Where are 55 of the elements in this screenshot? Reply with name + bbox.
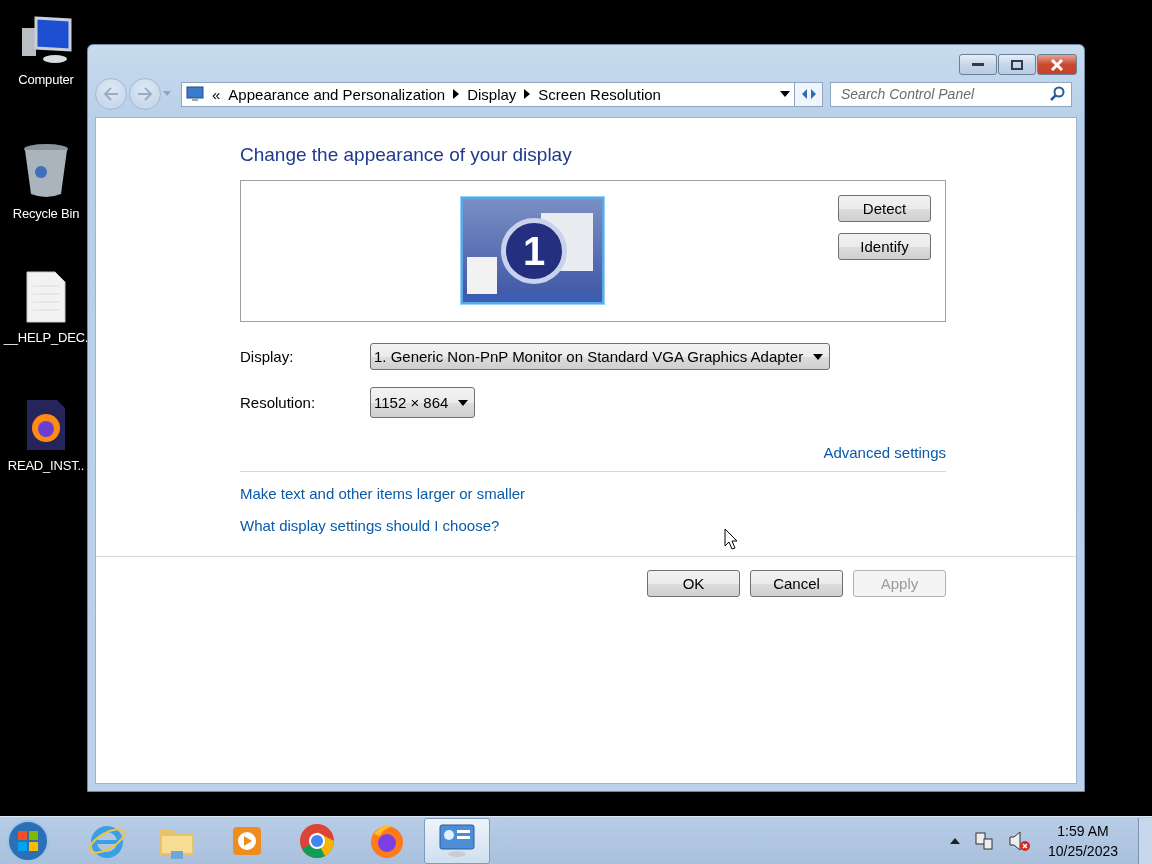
minimize-icon xyxy=(972,62,984,67)
search-input[interactable]: Search Control Panel xyxy=(839,85,1049,103)
network-icon[interactable] xyxy=(973,830,994,851)
muted-speaker-icon[interactable] xyxy=(1007,829,1030,852)
start-button[interactable] xyxy=(6,818,50,863)
dropdown[interactable]: 1152 × 864 xyxy=(370,387,476,418)
monitor-icon xyxy=(186,86,204,102)
show-desktop-button[interactable] xyxy=(1138,817,1152,864)
breadcrumb-item[interactable]: Appearance and Personalization xyxy=(228,85,446,103)
clock-time[interactable]: 1:59 AM xyxy=(1057,822,1109,839)
desktop-icon-label[interactable]: Recycle Bin xyxy=(12,206,80,221)
taskbar-app-button[interactable] xyxy=(424,817,490,864)
field-label: Display: xyxy=(240,348,295,365)
close-button[interactable] xyxy=(1037,54,1077,75)
display-settings-icon xyxy=(436,821,478,860)
maximize-icon xyxy=(1011,59,1023,70)
search-field[interactable]: Search Control Panel xyxy=(830,81,1072,107)
monitor-drawing[interactable]: 1 xyxy=(461,197,604,304)
help-link[interactable]: Make text and other items larger or smaller xyxy=(240,485,526,502)
minimize-button[interactable] xyxy=(959,54,997,75)
breadcrumb-item[interactable]: Screen Resolution xyxy=(538,85,661,103)
desktop-icon-label[interactable]: Computer xyxy=(18,72,74,87)
dialog-button[interactable]: OK xyxy=(647,570,740,597)
search-icon xyxy=(1049,86,1065,102)
chrome-icon xyxy=(298,821,336,860)
desktop-icon-label[interactable]: __HELP_DEC. xyxy=(3,330,89,345)
dropdown-arrow-icon[interactable] xyxy=(780,91,790,97)
address-bar[interactable]: « Appearance and Personalization Display Screen Resolution xyxy=(181,81,795,107)
desktop-icon-label[interactable]: READ_INST.. xyxy=(7,458,85,473)
dialog-button[interactable]: Cancel xyxy=(750,570,843,597)
mouse-cursor-icon xyxy=(724,528,738,550)
help-link[interactable]: What display settings should I choose? xyxy=(240,517,500,534)
maximize-button[interactable] xyxy=(998,54,1036,75)
page-heading: Change the appearance of your display xyxy=(240,144,573,166)
tray-expand-icon[interactable] xyxy=(949,837,960,844)
dropdown-arrow-icon xyxy=(813,353,824,360)
detect-button[interactable]: Detect xyxy=(838,195,931,222)
forward-arrow-icon xyxy=(137,87,153,101)
refresh-button[interactable] xyxy=(795,81,823,107)
dropdown-arrow-icon xyxy=(458,399,469,406)
dropdown[interactable]: 1. Generic Non-PnP Monitor on Standard VGA Graphics Adapter xyxy=(370,343,831,370)
chevron-icon xyxy=(524,89,531,99)
breadcrumb-item[interactable]: Display xyxy=(467,85,517,103)
monitor-number: 1 xyxy=(501,218,567,284)
firefox-document-icon xyxy=(25,398,67,452)
breadcrumb-overflow[interactable]: « xyxy=(212,85,221,103)
trash-bin-icon xyxy=(21,142,71,200)
clock-date[interactable]: 10/25/2023 xyxy=(1047,842,1118,859)
advanced-settings-link[interactable]: Advanced settings xyxy=(823,444,946,461)
field-label: Resolution: xyxy=(240,394,317,411)
document-icon xyxy=(25,270,67,324)
back-arrow-icon xyxy=(103,87,119,101)
identify-button[interactable]: Identify xyxy=(838,233,931,260)
close-icon xyxy=(1050,58,1064,71)
chevron-icon xyxy=(453,89,460,99)
